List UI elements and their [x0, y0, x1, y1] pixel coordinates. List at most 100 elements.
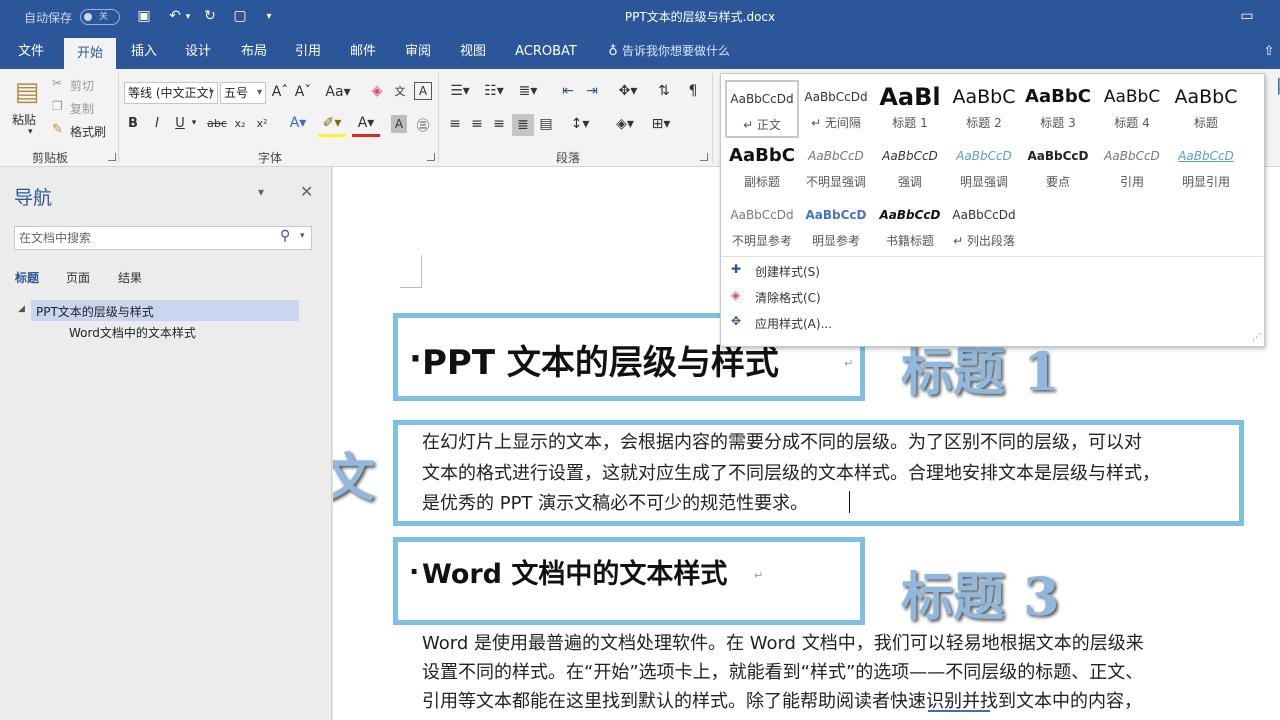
- asian-layout-icon[interactable]: ✥▾: [614, 83, 642, 99]
- subscript-icon[interactable]: x₂: [232, 117, 248, 130]
- search-icon[interactable]: ⚲: [280, 228, 290, 244]
- paste-icon[interactable]: ▤: [10, 77, 44, 107]
- body-line[interactable]: 在幻灯片上显示的文本，会根据内容的需要分成不同的层级。为了区别不同的层级，可以对: [422, 428, 1142, 454]
- underline-icon[interactable]: U: [173, 116, 187, 131]
- style-heading-2[interactable]: AaBbC 标题 2: [947, 80, 1021, 138]
- format-painter-icon[interactable]: ✎: [52, 122, 63, 137]
- align-right-icon[interactable]: ≡: [490, 116, 508, 132]
- justify-icon[interactable]: ≣: [512, 114, 534, 136]
- font-launcher-icon[interactable]: [427, 153, 435, 161]
- paste-button[interactable]: 粘贴: [12, 111, 36, 128]
- style-intense-quote[interactable]: AaBbCcD 明显引用: [1169, 139, 1243, 197]
- save-icon[interactable]: ▣: [133, 8, 155, 24]
- decrease-indent-icon[interactable]: ⇤: [558, 83, 578, 99]
- tab-view[interactable]: 视图: [453, 34, 493, 69]
- style-subtle-reference[interactable]: AaBbCcDd 不明显参考: [725, 198, 799, 256]
- style-book-title[interactable]: AaBbCcD 书籍标题: [873, 198, 947, 256]
- style-quote[interactable]: AaBbCcD 引用: [1095, 139, 1169, 197]
- style-intense-reference[interactable]: AaBbCcD 明显参考: [799, 198, 873, 256]
- copy-icon[interactable]: ❐: [52, 99, 63, 113]
- nav-tab-headings[interactable]: 标题: [15, 269, 39, 286]
- style-heading-4[interactable]: AaBbC 标题 4: [1095, 80, 1169, 138]
- style-emphasis[interactable]: AaBbCcD 强调: [873, 139, 947, 197]
- style-intense-emphasis[interactable]: AaBbCcD 明显强调: [947, 139, 1021, 197]
- phonetic-guide-icon[interactable]: 文: [391, 83, 409, 99]
- font-size-select[interactable]: 五号: [220, 82, 266, 104]
- heading3-text[interactable]: Word 文档中的文本样式: [422, 552, 727, 591]
- style-normal[interactable]: AaBbCcDd ↵ 正文: [725, 80, 799, 138]
- enclose-characters-icon[interactable]: ㊂: [414, 115, 432, 134]
- superscript-icon[interactable]: x²: [254, 117, 270, 130]
- distributed-icon[interactable]: ▤: [537, 116, 555, 132]
- apply-styles-button[interactable]: 应用样式(A)...: [755, 315, 832, 332]
- undo-dropdown-icon[interactable]: ▾: [183, 12, 193, 22]
- tab-acrobat[interactable]: ACROBAT: [510, 34, 582, 69]
- style-subtle-emphasis[interactable]: AaBbCcD 不明显强调: [799, 139, 873, 197]
- text-effects-icon[interactable]: A▾: [285, 115, 311, 131]
- tab-mailings[interactable]: 邮件: [343, 34, 383, 69]
- style-no-spacing[interactable]: AaBbCcDd ↵ 无间隔: [799, 80, 873, 138]
- tab-file[interactable]: 文件: [8, 34, 54, 69]
- body-line[interactable]: 是优秀的 PPT 演示文稿必不可少的规范性要求。: [422, 489, 808, 515]
- copy-button[interactable]: 复制: [70, 100, 94, 117]
- nav-tab-pages[interactable]: 页面: [66, 269, 90, 286]
- shading-icon[interactable]: ◈▾: [610, 116, 640, 132]
- font-color-icon[interactable]: A▾: [352, 115, 380, 137]
- bullets-icon[interactable]: ☰▾: [446, 83, 474, 99]
- grow-font-icon[interactable]: Aˆ: [271, 84, 289, 100]
- tab-insert[interactable]: 插入: [124, 34, 164, 69]
- bold-icon[interactable]: B: [126, 116, 140, 131]
- redo-icon[interactable]: ↻: [199, 8, 221, 24]
- collapse-icon[interactable]: ◢: [18, 304, 25, 314]
- close-icon[interactable]: ✕: [300, 182, 313, 201]
- sort-icon[interactable]: ⇅: [654, 83, 674, 99]
- body-line[interactable]: 设置不同的样式。在“开始”选项卡上，就能看到“样式”的选项——不同层级的标题、正…: [422, 658, 1143, 684]
- style-heading-1[interactable]: AaBl 标题 1: [873, 80, 947, 138]
- tell-me-box[interactable]: 告诉我你想要做什么: [622, 34, 738, 69]
- ribbon-scroll-icon[interactable]: ▕: [1268, 79, 1280, 95]
- ribbon-display-options-icon[interactable]: ▭: [1236, 8, 1258, 24]
- shrink-font-icon[interactable]: Aˇ: [294, 84, 312, 100]
- clipboard-launcher-icon[interactable]: [108, 153, 116, 161]
- style-list-paragraph[interactable]: AaBbCcDd ↵ 列出段落: [947, 198, 1021, 256]
- nav-tab-results[interactable]: 结果: [118, 269, 142, 286]
- style-subtitle[interactable]: AaBbC 副标题: [725, 139, 799, 197]
- search-dropdown-icon[interactable]: ▾: [300, 231, 305, 241]
- resize-grip-icon[interactable]: ⋰: [1252, 333, 1261, 343]
- nav-tree-item-selected[interactable]: PPT文本的层级与样式: [31, 300, 299, 321]
- format-painter-button[interactable]: 格式刷: [70, 123, 106, 140]
- align-left-icon[interactable]: ≡: [446, 116, 464, 132]
- cut-button[interactable]: 剪切: [70, 77, 94, 94]
- font-name-select[interactable]: 等线 (中文正文): [124, 82, 218, 104]
- character-shading-icon[interactable]: A: [391, 115, 407, 133]
- create-style-button[interactable]: 创建样式(S): [755, 263, 820, 280]
- change-case-icon[interactable]: Aa▾: [323, 84, 353, 100]
- body-line[interactable]: Word 是使用最普遍的文档处理软件。在 Word 文档中，我们可以轻易地根据文…: [422, 629, 1144, 655]
- nav-search-input[interactable]: 在文档中搜索: [14, 226, 312, 250]
- style-strong[interactable]: AaBbCcD 要点: [1021, 139, 1095, 197]
- line-spacing-icon[interactable]: ↕▾: [566, 116, 594, 132]
- style-heading-3[interactable]: AaBbC 标题 3: [1021, 80, 1095, 138]
- character-border-icon[interactable]: A: [414, 82, 432, 100]
- italic-icon[interactable]: I: [150, 116, 164, 131]
- tab-review[interactable]: 审阅: [398, 34, 438, 69]
- paste-dropdown-icon[interactable]: ▾: [28, 127, 33, 137]
- tab-home[interactable]: 开始: [64, 38, 116, 69]
- numbering-icon[interactable]: ☷▾: [480, 83, 508, 99]
- underline-dropdown-icon[interactable]: ▾: [189, 118, 199, 128]
- share-icon[interactable]: ⇧: [1258, 34, 1280, 69]
- nav-options-icon[interactable]: ▾: [258, 185, 264, 199]
- clear-formatting-button[interactable]: 清除格式(C): [755, 289, 821, 306]
- nav-tree-item[interactable]: Word文档中的文本样式: [69, 324, 196, 341]
- increase-indent-icon[interactable]: ⇥: [582, 83, 602, 99]
- new-document-icon[interactable]: ▢: [229, 8, 251, 24]
- clear-formatting-icon[interactable]: ◈: [368, 83, 386, 99]
- body-line[interactable]: 文本的格式进行设置，这就对应生成了不同层级的文本样式。合理地安排文本是层级与样式…: [422, 459, 1160, 485]
- style-title[interactable]: AaBbC 标题: [1169, 80, 1243, 138]
- body-line[interactable]: 引用等文本都能在这里找到默认的样式。除了能帮助阅读者快速识别并找到文本中的内容，: [422, 687, 1142, 713]
- tab-design[interactable]: 设计: [178, 34, 218, 69]
- multilevel-list-icon[interactable]: ≣▾: [514, 83, 542, 99]
- autosave-toggle[interactable]: 关: [80, 9, 120, 25]
- show-marks-icon[interactable]: ¶: [684, 83, 702, 99]
- strikethrough-icon[interactable]: abc: [206, 117, 228, 130]
